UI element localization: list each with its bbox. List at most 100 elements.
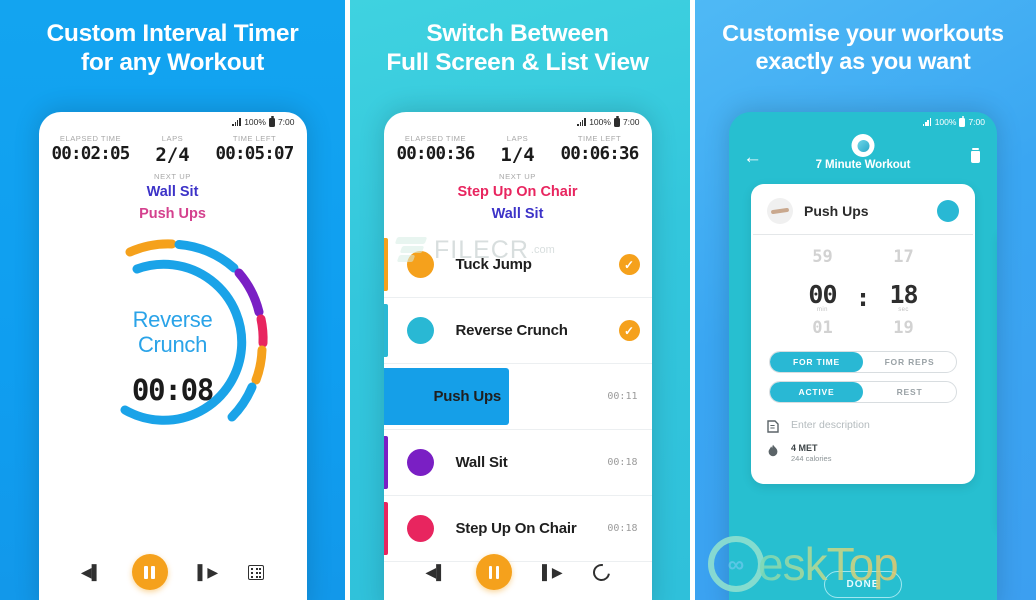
status-bar-1: 100% 7:00 xyxy=(39,112,307,130)
stat-value: 00:05:07 xyxy=(215,144,295,164)
stat-laps: LAPS 1/4 xyxy=(477,134,559,166)
pause-button[interactable] xyxy=(476,554,512,590)
battery-icon xyxy=(959,115,966,127)
panel-customise: Customise your workouts exactly as you w… xyxy=(690,0,1036,600)
description-text: Enter description xyxy=(791,419,870,431)
app-bar: ← 7 Minute Workout xyxy=(729,130,997,184)
status-bar-3: 100% 7:00 xyxy=(729,112,997,130)
app-screen-list: 100% 7:00 ELAPSED TIME 00:00:36 LAPS 1/4… xyxy=(383,112,652,600)
completed-check-icon: ✓ xyxy=(618,254,640,276)
exercise-list: Tuck Jump ✓ Reverse Crunch ✓ Push Ups 00… xyxy=(383,232,652,563)
editor-meta: Enter description 4 MET 244 calories xyxy=(751,411,975,474)
exercise-color-dot xyxy=(406,449,434,477)
battery-percent-label: 100% xyxy=(589,117,611,127)
flame-icon xyxy=(767,444,780,458)
list-item-active[interactable]: Push Ups 00:11 xyxy=(383,364,652,431)
minutes-column[interactable]: 59 00 min 01 xyxy=(790,239,854,349)
clock-label: 7:00 xyxy=(968,117,985,127)
next-up-item-1: Wall Sit xyxy=(146,184,199,200)
circular-timer: Reverse Crunch 00:08 xyxy=(62,230,284,458)
stat-label: LAPS xyxy=(161,134,184,143)
stat-elapsed-time: ELAPSED TIME 00:00:36 xyxy=(395,134,477,166)
workout-badge-icon xyxy=(851,134,875,157)
phase-toggle-active[interactable]: ACTIVE xyxy=(770,382,863,402)
battery-icon xyxy=(613,115,620,127)
panel-interval-timer: Custom Interval Timer for any Workout 10… xyxy=(0,0,345,600)
stat-label: TIME LEFT xyxy=(232,134,277,143)
minutes-next-value: 01 xyxy=(812,318,833,338)
list-item[interactable]: Reverse Crunch ✓ xyxy=(383,298,652,365)
editor-toggles: FOR TIME FOR REPS ACTIVE REST xyxy=(751,349,975,403)
next-button[interactable]: ▌▶ xyxy=(198,565,219,579)
previous-button[interactable]: ◀▌ xyxy=(425,565,446,579)
headline-line-1: Custom Interval Timer xyxy=(46,20,299,47)
exercise-name-field[interactable]: Push Ups xyxy=(804,203,937,219)
clock-label: 7:00 xyxy=(622,117,640,127)
note-icon-svg xyxy=(767,420,779,433)
stat-time-left: TIME LEFT 00:06:36 xyxy=(559,134,641,166)
exercise-name: Reverse Crunch xyxy=(455,322,568,340)
exercise-color-swatch[interactable] xyxy=(937,200,959,222)
exercise-thumbnail-icon xyxy=(767,198,793,224)
met-calories: 244 calories xyxy=(791,454,832,463)
exercise-time: 00:18 xyxy=(607,457,638,469)
mode-toggle[interactable]: FOR TIME FOR REPS xyxy=(769,351,957,373)
next-up-label: NEXT UP xyxy=(154,172,191,181)
phase-toggle-rest[interactable]: REST xyxy=(863,382,956,402)
headline-line-1: Customise your workouts xyxy=(722,20,1004,46)
loop-button[interactable] xyxy=(589,560,614,584)
stats-row-1: ELAPSED TIME 00:02:05 LAPS 2/4 TIME LEFT… xyxy=(39,130,307,166)
headline-line-2: for any Workout xyxy=(81,48,264,76)
done-button[interactable]: DONE xyxy=(824,571,902,598)
next-up-item-1: Step Up On Chair xyxy=(457,184,578,200)
seconds-column[interactable]: 17 18 sec 19 xyxy=(872,239,936,349)
delete-icon[interactable] xyxy=(971,147,980,163)
exercise-editor-card: Push Ups 59 00 min 01 : 17 18 sec 19 FOR… xyxy=(751,184,975,484)
stats-row-2: ELAPSED TIME 00:00:36 LAPS 1/4 TIME LEFT… xyxy=(384,130,652,166)
met-row[interactable]: 4 MET 244 calories xyxy=(767,443,959,463)
battery-percent-label: 100% xyxy=(934,117,957,127)
playback-controls-2: ◀▌ ▌▶ xyxy=(384,554,652,590)
playback-controls-1: ◀▌ ▌▶ xyxy=(39,554,307,590)
mode-toggle-for-time[interactable]: FOR TIME xyxy=(770,352,863,372)
picker-separator: : xyxy=(855,282,871,312)
exercise-name: Tuck Jump xyxy=(455,256,532,274)
list-item[interactable]: Wall Sit 00:18 xyxy=(383,430,652,497)
phase-toggle[interactable]: ACTIVE REST xyxy=(769,381,957,403)
met-value: 4 MET xyxy=(791,443,818,453)
battery-icon xyxy=(268,115,275,127)
signal-icon xyxy=(577,118,586,126)
battery-percent-label: 100% xyxy=(244,117,266,127)
exercise-time: 00:18 xyxy=(607,523,638,535)
seconds-prev-value: 17 xyxy=(893,247,914,267)
description-placeholder: Enter description xyxy=(791,419,870,431)
next-button[interactable]: ▌▶ xyxy=(542,565,563,579)
stat-value: 2/4 xyxy=(155,144,190,166)
stat-elapsed-time: ELAPSED TIME 00:02:05 xyxy=(50,134,132,166)
phone-mockup-1: 100% 7:00 ELAPSED TIME 00:02:05 LAPS 2/4… xyxy=(38,112,307,600)
flame-icon-svg xyxy=(768,444,778,457)
panel-3-headline: Customise your workouts exactly as you w… xyxy=(690,0,1036,75)
row-color-bar xyxy=(383,238,388,292)
app-screen-editor: 100% 7:00 ← 7 Minute Workout Push Ups 59… xyxy=(729,112,997,600)
screenshot-stage: Custom Interval Timer for any Workout 10… xyxy=(0,0,1036,600)
stat-label: ELAPSED TIME xyxy=(404,134,467,143)
previous-button[interactable]: ◀▌ xyxy=(81,565,102,579)
seconds-unit-label: sec xyxy=(898,307,909,313)
stat-value: 00:02:05 xyxy=(51,144,131,164)
duration-picker[interactable]: 59 00 min 01 : 17 18 sec 19 xyxy=(751,239,975,349)
list-item[interactable]: Step Up On Chair 00:18 xyxy=(383,496,652,563)
mode-toggle-for-reps[interactable]: FOR REPS xyxy=(863,352,956,372)
list-view-button[interactable] xyxy=(248,564,265,580)
pause-button[interactable] xyxy=(131,554,168,590)
stat-label: ELAPSED TIME xyxy=(59,134,122,143)
exercise-name: Step Up On Chair xyxy=(455,520,577,538)
minutes-prev-value: 59 xyxy=(812,247,833,267)
panel-list-view: Switch Between Full Screen & List View 1… xyxy=(345,0,690,600)
stat-label: LAPS xyxy=(506,134,529,143)
list-item[interactable]: Tuck Jump ✓ xyxy=(383,232,652,299)
minutes-unit-label: min xyxy=(817,307,828,313)
description-row[interactable]: Enter description xyxy=(767,419,959,434)
panel-divider-2 xyxy=(690,0,695,600)
clock-label: 7:00 xyxy=(277,117,295,127)
